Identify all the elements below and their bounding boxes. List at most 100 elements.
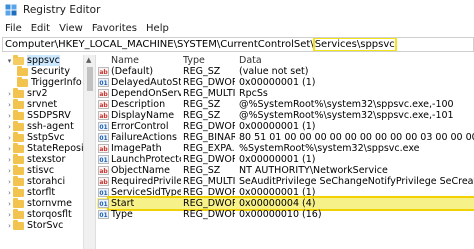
value-type: REG_DWORD [183, 209, 235, 220]
tree-item-stisvc[interactable]: › stisvc [6, 164, 55, 176]
chevron-right-icon[interactable]: › [6, 156, 13, 164]
column-header-type[interactable]: Type [183, 55, 235, 66]
chevron-right-icon[interactable]: › [6, 222, 13, 230]
value-type: REG_MULTI... [183, 176, 235, 187]
tree-item-label: SstpSvc [27, 132, 65, 143]
chevron-right-icon[interactable]: › [6, 145, 13, 153]
chevron-right-icon[interactable]: › [6, 123, 13, 131]
tree-item-storahci[interactable]: › storahci [6, 175, 66, 187]
title-bar: Registry Editor [0, 0, 474, 20]
value-type: REG_SZ [183, 99, 221, 110]
folder-icon [13, 87, 24, 98]
tree-item-sppsvc[interactable]: ▾ sppsvc [6, 55, 60, 66]
value-name: LaunchProtected [111, 154, 181, 165]
string-value-icon: ab [98, 111, 109, 120]
value-row[interactable]: ab (Default) REG_SZ (value not set) [97, 66, 474, 77]
tree-item-stornvme[interactable]: › stornvme [6, 197, 72, 209]
tree-item-triggerinfo[interactable]: TriggerInfo [17, 76, 82, 88]
folder-open-icon [13, 55, 24, 65]
chevron-right-icon[interactable]: › [6, 178, 13, 186]
value-row[interactable]: ab RequiredPrivileges REG_MULTI... SeAud… [97, 176, 474, 187]
chevron-right-icon[interactable]: › [6, 134, 13, 142]
string-value-icon: ab [98, 67, 109, 76]
value-type: REG_DWORD [183, 198, 235, 209]
value-name: FailureActions [111, 132, 177, 143]
tree-item-staterepository[interactable]: › StateReposito [6, 142, 83, 154]
chevron-right-icon[interactable]: › [6, 101, 13, 109]
value-data: 0x00000010 (16) [239, 209, 322, 220]
value-name: ObjectName [111, 165, 170, 176]
tree-item-ssh-agent[interactable]: › ssh-agent [6, 120, 74, 132]
value-name: RequiredPrivileges [111, 176, 181, 187]
value-row[interactable]: 01 ServiceSidType REG_DWORD 0x00000001 (… [97, 187, 474, 198]
tree-scrollbar[interactable]: ▲ [84, 55, 96, 249]
tree-item-sstpsvc[interactable]: › SstpSvc [6, 131, 65, 143]
tree-item-label: storahci [27, 176, 66, 187]
folder-icon [17, 65, 28, 76]
tree-item-storflt[interactable]: › storflt [6, 186, 55, 198]
value-row[interactable]: 01 Type REG_DWORD 0x00000010 (16) [97, 209, 474, 220]
folder-icon [17, 76, 28, 87]
address-bar[interactable]: Computer\HKEY_LOCAL_MACHINE\SYSTEM\Curre… [2, 37, 474, 52]
window-title: Registry Editor [23, 4, 101, 16]
chevron-right-icon[interactable]: › [6, 112, 13, 120]
tree-item-stexstor[interactable]: › stexstor [6, 153, 65, 165]
tree-item-ssdpsrv[interactable]: › SSDPSRV [6, 109, 71, 121]
tree-item-storsvc[interactable]: › StorSvc [6, 219, 64, 231]
chevron-right-icon[interactable]: › [6, 90, 13, 98]
tree-item-storqosflt[interactable]: › storqosflt [6, 208, 72, 220]
folder-icon [13, 131, 24, 142]
value-row[interactable]: ab DependOnService REG_MULTI... RpcSs [97, 88, 474, 99]
chevron-right-icon[interactable]: › [6, 189, 13, 197]
menu-view[interactable]: View [59, 23, 83, 34]
value-data: 0x00000001 (1) [239, 187, 316, 198]
chevron-right-icon[interactable]: › [6, 167, 13, 175]
string-value-icon: ab [98, 100, 109, 109]
tree-item-label: Security [31, 66, 71, 77]
menu-edit[interactable]: Edit [31, 23, 50, 34]
tree-item-srvnet[interactable]: › srvnet [6, 98, 57, 110]
value-row[interactable]: 01 ErrorControl REG_DWORD 0x00000001 (1) [97, 121, 474, 132]
string-value-icon: ab [98, 144, 109, 153]
tree-item-label: sppsvc [27, 55, 60, 66]
value-type: REG_SZ [183, 66, 221, 77]
chevron-right-icon[interactable]: › [6, 200, 13, 208]
folder-icon [13, 109, 24, 120]
value-row-start[interactable]: 01 Start REG_DWORD 0x00000004 (4) [97, 196, 474, 211]
value-data: %SystemRoot%\system32\sppsvc.exe [239, 143, 420, 154]
value-type: REG_EXPA... [183, 143, 235, 154]
value-row[interactable]: ab ImagePath REG_EXPA... %SystemRoot%\sy… [97, 143, 474, 154]
scrollbar-thumb[interactable] [87, 67, 93, 91]
value-type: REG_SZ [183, 165, 221, 176]
menu-file[interactable]: File [5, 23, 22, 34]
registry-tree[interactable]: ▾ sppsvc Security TriggerInfo › srv2 › s… [0, 55, 84, 249]
column-header-name[interactable]: Name [111, 55, 181, 66]
tree-item-label: TriggerInfo [31, 77, 82, 88]
menu-favorites[interactable]: Favorites [92, 23, 137, 34]
values-list[interactable]: Name Type Data ab (Default) REG_SZ (valu… [97, 55, 474, 249]
tree-item-security[interactable]: Security [17, 65, 71, 77]
address-highlighted-path: Services\sppsvc [312, 38, 397, 51]
folder-icon [13, 197, 24, 208]
value-row[interactable]: ab ObjectName REG_SZ NT AUTHORITY\Networ… [97, 165, 474, 176]
value-type: REG_BINARY [183, 132, 235, 143]
scroll-up-arrow-icon[interactable]: ▲ [86, 56, 91, 64]
tree-item-label: stisvc [27, 165, 55, 176]
value-row[interactable]: 01 LaunchProtected REG_DWORD 0x00000001 … [97, 154, 474, 165]
value-row[interactable]: 01 DelayedAutoStart REG_DWORD 0x00000001… [97, 77, 474, 88]
value-type: REG_DWORD [183, 187, 235, 198]
tree-item-srv2[interactable]: › srv2 [6, 87, 48, 99]
value-row[interactable]: 01 FailureActions REG_BINARY 80 51 01 00… [97, 132, 474, 143]
column-header-data[interactable]: Data [239, 55, 474, 66]
chevron-right-icon[interactable]: › [6, 211, 13, 219]
chevron-down-icon[interactable]: ▾ [6, 57, 13, 65]
folder-icon [13, 219, 24, 230]
tree-item-label: StorSvc [27, 220, 64, 231]
binary-value-icon: 01 [98, 188, 109, 197]
binary-value-icon: 01 [98, 122, 109, 131]
value-row[interactable]: ab DisplayName REG_SZ @%SystemRoot%\syst… [97, 110, 474, 121]
menu-help[interactable]: Help [146, 23, 169, 34]
value-row[interactable]: ab Description REG_SZ @%SystemRoot%\syst… [97, 99, 474, 110]
value-name: DisplayName [111, 110, 175, 121]
value-type: REG_DWORD [183, 121, 235, 132]
